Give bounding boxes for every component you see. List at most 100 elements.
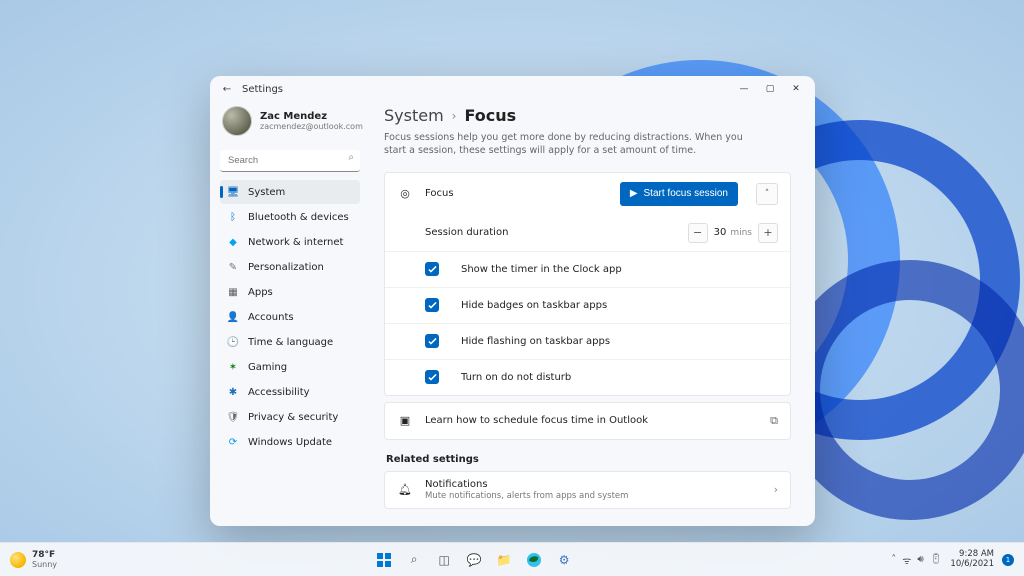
bell-icon: 🔔︎ xyxy=(397,483,413,496)
window-title: Settings xyxy=(242,84,283,95)
chat-icon: 💬 xyxy=(465,551,483,569)
sidebar: Zac Mendez zacmendez@outlook.com ⌕ 🖥Syst… xyxy=(210,102,368,526)
focus-card: ◎ Focus ▶ Start focus session ˄ Session … xyxy=(384,172,791,396)
chevron-right-icon: › xyxy=(774,483,778,496)
notifications-title: Notifications xyxy=(425,479,762,490)
focus-header-row: ◎ Focus ▶ Start focus session ˄ xyxy=(385,173,790,215)
search-icon: ⌕ xyxy=(405,551,423,569)
breadcrumb-parent[interactable]: System xyxy=(384,106,444,125)
checkbox-checked-icon[interactable] xyxy=(425,298,439,312)
duration-value: 30 xyxy=(714,227,727,238)
option-show-timer[interactable]: Show the timer in the Clock app xyxy=(385,251,790,287)
collapse-button[interactable]: ˄ xyxy=(756,183,778,205)
outlook-card[interactable]: ▣ Learn how to schedule focus time in Ou… xyxy=(384,402,791,440)
gear-icon: ⚙ xyxy=(555,551,573,569)
search-taskbar-button[interactable]: ⌕ xyxy=(401,547,427,573)
search-icon: ⌕ xyxy=(348,152,354,163)
search-input[interactable] xyxy=(220,150,360,172)
decrease-button[interactable]: − xyxy=(688,223,708,243)
nav-list: 🖥System ᛒBluetooth & devices ◆Network & … xyxy=(220,180,360,454)
system-tray[interactable]: ˄ ᯤ 🔊︎ 🔋︎ xyxy=(891,553,942,567)
display-icon: 🖥 xyxy=(226,185,240,199)
focus-title: Focus xyxy=(425,188,608,199)
avatar xyxy=(222,106,252,136)
sidebar-item-network[interactable]: ◆Network & internet xyxy=(220,230,360,254)
notifications-sub: Mute notifications, alerts from apps and… xyxy=(425,491,762,501)
sidebar-item-accessibility[interactable]: ✱Accessibility xyxy=(220,380,360,404)
duration-row: Session duration − 30 mins + xyxy=(385,215,790,251)
sidebar-item-update[interactable]: ⟳Windows Update xyxy=(220,430,360,454)
chevron-right-icon: › xyxy=(452,109,457,123)
user-email: zacmendez@outlook.com xyxy=(260,122,363,131)
person-icon: 👤 xyxy=(226,310,240,324)
edge-icon xyxy=(525,551,543,569)
option-hide-badges[interactable]: Hide badges on taskbar apps xyxy=(385,287,790,323)
clock[interactable]: 9:28 AM 10/6/2021 xyxy=(950,550,994,569)
checkbox-checked-icon[interactable] xyxy=(425,334,439,348)
sun-icon xyxy=(10,552,26,568)
sidebar-item-bluetooth[interactable]: ᛒBluetooth & devices xyxy=(220,205,360,229)
sidebar-item-gaming[interactable]: ✶Gaming xyxy=(220,355,360,379)
option-dnd[interactable]: Turn on do not disturb xyxy=(385,359,790,395)
paintbrush-icon: ✎ xyxy=(226,260,240,274)
option-hide-flashing[interactable]: Hide flashing on taskbar apps xyxy=(385,323,790,359)
bluetooth-icon: ᛒ xyxy=(226,210,240,224)
duration-unit: mins xyxy=(730,228,752,238)
calendar-icon: ▣ xyxy=(397,414,413,427)
shield-icon: 🛡 xyxy=(226,410,240,424)
outlook-label: Learn how to schedule focus time in Outl… xyxy=(425,415,758,426)
play-icon: ▶ xyxy=(630,188,638,199)
user-card[interactable]: Zac Mendez zacmendez@outlook.com xyxy=(220,102,360,144)
maximize-button[interactable]: ▢ xyxy=(757,79,783,99)
duration-label: Session duration xyxy=(425,227,676,238)
sidebar-item-privacy[interactable]: 🛡Privacy & security xyxy=(220,405,360,429)
chevron-up-icon[interactable]: ˄ xyxy=(891,554,896,565)
windows-icon xyxy=(375,551,393,569)
checkbox-checked-icon[interactable] xyxy=(425,370,439,384)
folder-icon: 📁 xyxy=(495,551,513,569)
close-button[interactable]: ✕ xyxy=(783,79,809,99)
explorer-button[interactable]: 📁 xyxy=(491,547,517,573)
chevron-up-icon: ˄ xyxy=(765,189,770,199)
start-focus-button[interactable]: ▶ Start focus session xyxy=(620,182,738,206)
sidebar-item-system[interactable]: 🖥System xyxy=(220,180,360,204)
breadcrumb: System › Focus xyxy=(384,106,791,125)
edge-button[interactable] xyxy=(521,547,547,573)
start-button[interactable] xyxy=(371,547,397,573)
page-description: Focus sessions help you get more done by… xyxy=(384,131,764,158)
volume-tray-icon[interactable]: 🔊︎ xyxy=(917,554,923,565)
clock-icon: 🕒 xyxy=(226,335,240,349)
sidebar-item-apps[interactable]: ▦Apps xyxy=(220,280,360,304)
chat-button[interactable]: 💬 xyxy=(461,547,487,573)
update-icon: ⟳ xyxy=(226,435,240,449)
related-heading: Related settings xyxy=(386,454,791,465)
weather-widget[interactable]: 78°F Sunny xyxy=(10,550,57,569)
taskview-button[interactable]: ◫ xyxy=(431,547,457,573)
back-button[interactable]: ← xyxy=(220,84,234,95)
external-link-icon: ⧉ xyxy=(770,414,778,428)
checkbox-checked-icon[interactable] xyxy=(425,262,439,276)
battery-tray-icon[interactable]: 🔋︎ xyxy=(930,554,943,565)
settings-taskbar-button[interactable]: ⚙ xyxy=(551,547,577,573)
sidebar-item-personalization[interactable]: ✎Personalization xyxy=(220,255,360,279)
grid-icon: ▦ xyxy=(226,285,240,299)
accessibility-icon: ✱ xyxy=(226,385,240,399)
increase-button[interactable]: + xyxy=(758,223,778,243)
settings-window: ← Settings — ▢ ✕ Zac Mendez zacmendez@ou… xyxy=(210,76,815,526)
titlebar: ← Settings — ▢ ✕ xyxy=(210,76,815,102)
taskview-icon: ◫ xyxy=(435,551,453,569)
sidebar-item-time[interactable]: 🕒Time & language xyxy=(220,330,360,354)
notification-badge[interactable]: 1 xyxy=(1002,554,1014,566)
wifi-tray-icon[interactable]: ᯤ xyxy=(902,553,911,567)
user-name: Zac Mendez xyxy=(260,111,363,122)
main-content: System › Focus Focus sessions help you g… xyxy=(368,102,815,526)
target-icon: ◎ xyxy=(397,187,413,200)
sidebar-item-accounts[interactable]: 👤Accounts xyxy=(220,305,360,329)
notifications-card[interactable]: 🔔︎ Notifications Mute notifications, ale… xyxy=(384,471,791,509)
search-box[interactable]: ⌕ xyxy=(220,148,360,172)
xbox-icon: ✶ xyxy=(226,360,240,374)
wifi-icon: ◆ xyxy=(226,235,240,249)
page-title: Focus xyxy=(464,106,516,125)
taskbar: 78°F Sunny ⌕ ◫ 💬 📁 ⚙ ˄ ᯤ 🔊︎ 🔋︎ 9:28 AM 1… xyxy=(0,542,1024,576)
minimize-button[interactable]: — xyxy=(731,79,757,99)
